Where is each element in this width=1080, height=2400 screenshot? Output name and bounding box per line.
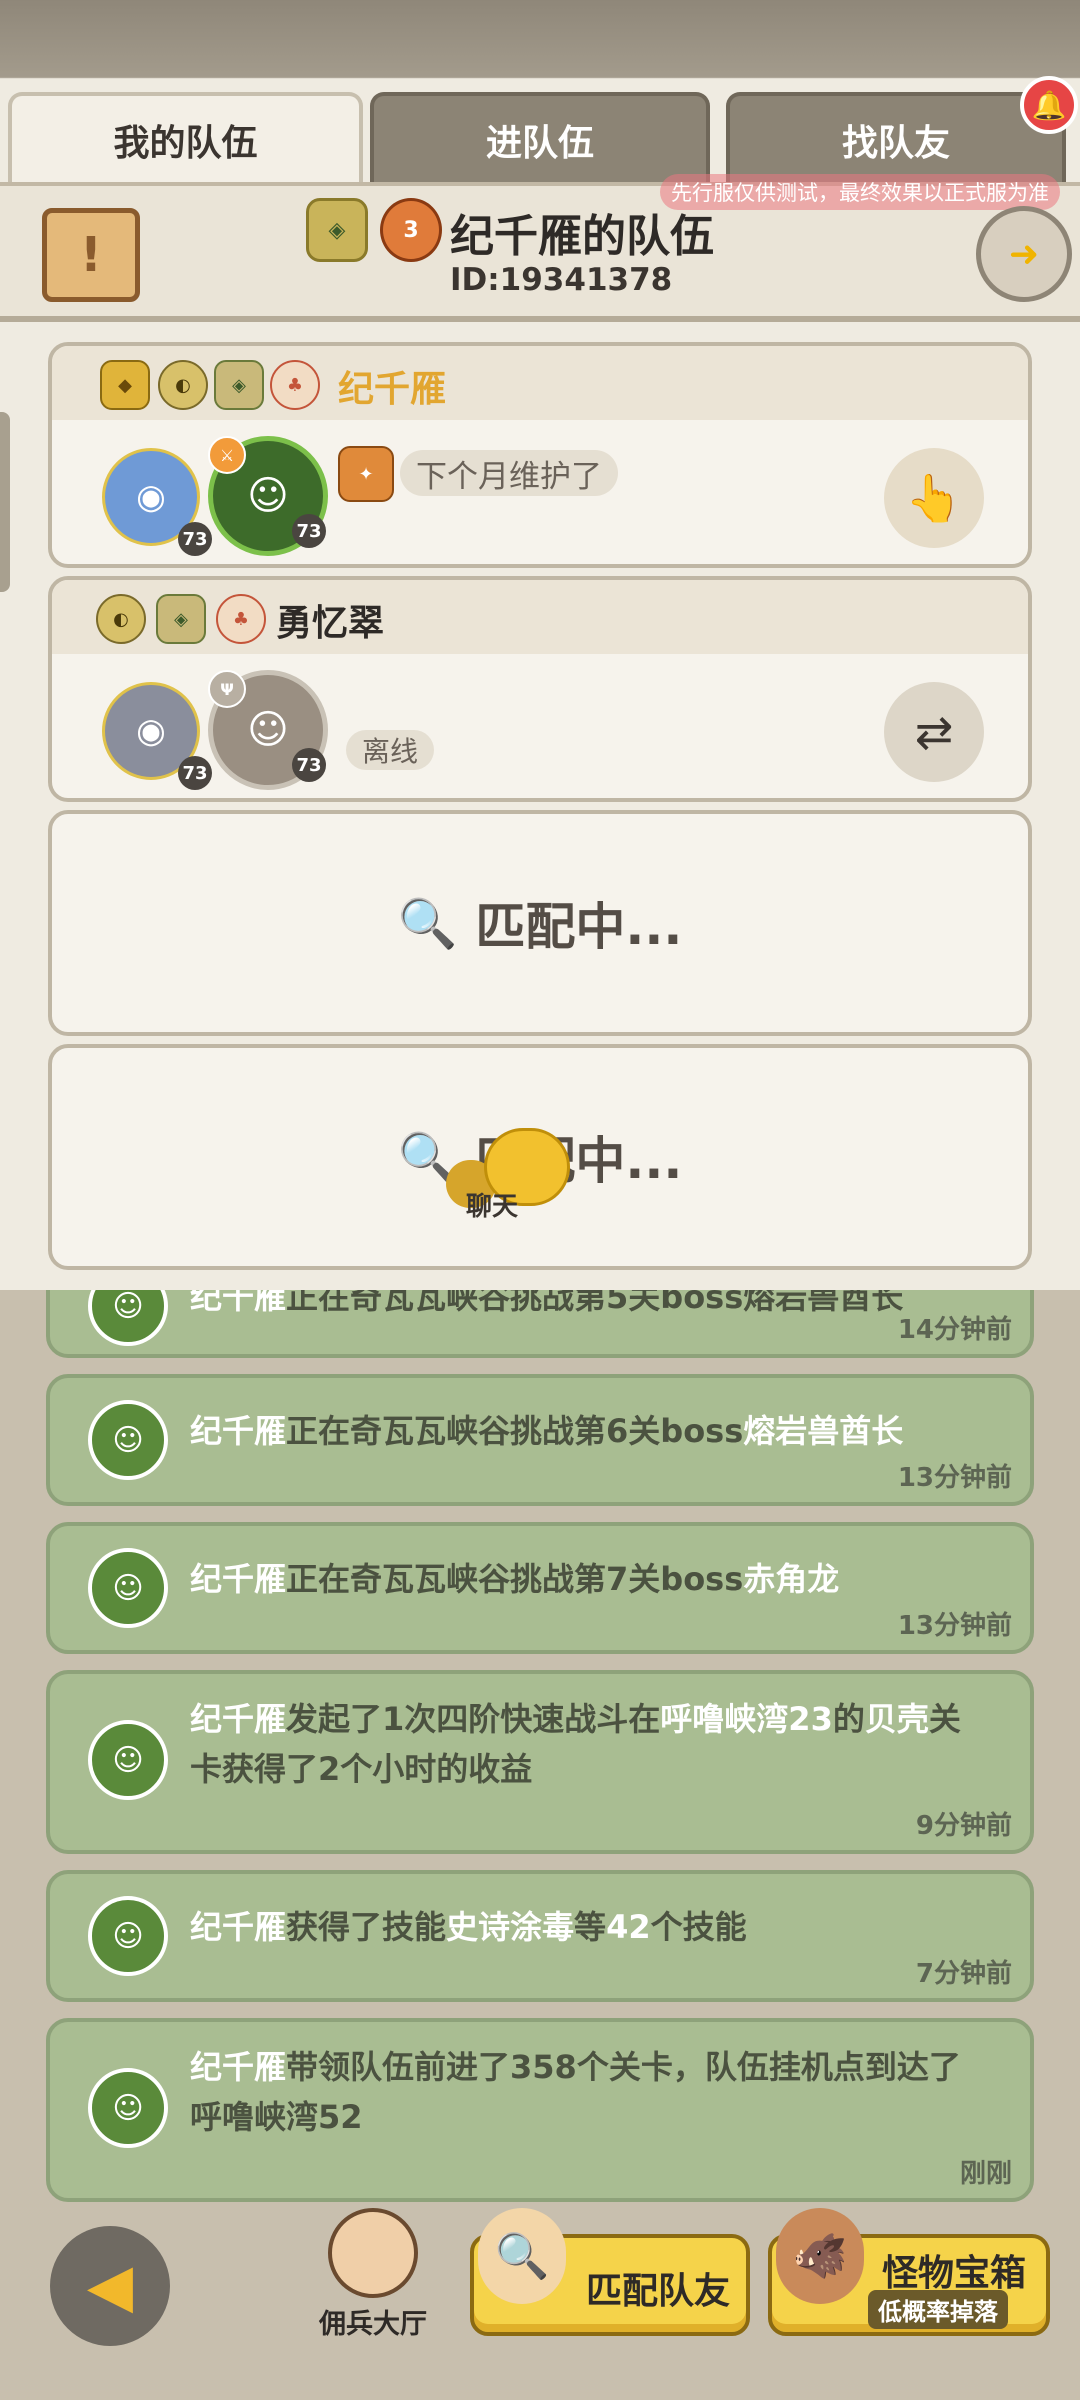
log-text-segment: 发起了1次四阶快速战斗在 [286,1700,661,1738]
log-text-segment: 呼噜峡湾23 [660,1700,833,1738]
mushroom-badge-icon: ♣ [216,594,266,644]
log-entry: ☺ 纪千雁正在奇瓦瓦峡谷挑战第6关boss熔岩兽酋长 13分钟前 [46,1374,1034,1506]
log-entry: ☺ 纪千雁正在奇瓦瓦峡谷挑战第7关boss赤角龙 13分钟前 [46,1522,1034,1654]
log-entry: ☺ 纪千雁发起了1次四阶快速战斗在呼噜峡湾23的贝壳关卡获得了2个小时的收益 9分钟… [46,1670,1034,1854]
mercenary-hall-label: 佣兵大厅 [319,2309,427,2340]
rank-badge-icon: ◐ [158,360,208,410]
tab-join-team[interactable]: 进队伍 [370,92,710,184]
team-id: ID:19341378 [450,262,673,298]
member-name: 纪千雁 [338,369,447,410]
log-timestamp: 13分钟前 [897,1611,1012,1641]
member-card: ◆ ◐ ◈ ♣ 纪千雁 ◉ 73 ☺ 73 ⚔ ✦ 下个月维护了 👆 [48,342,1032,568]
search-icon: 🔍 [397,895,458,952]
team-rank-badge-icon: ◈ [306,198,368,262]
test-server-notice: 先行服仅供测试，最终效果以正式服为准 [660,174,1060,210]
log-text-segment: 正在奇瓦瓦峡谷挑战第7关boss [286,1560,744,1598]
exit-team-icon[interactable]: ➜ [976,206,1072,302]
monster-chest-subtitle: 低概率掉落 [868,2290,1008,2329]
log-timestamp: 7分钟前 [915,1959,1012,1989]
log-text-segment: 贝壳 [864,1700,929,1738]
log-text-segment: 正在奇瓦瓦峡谷挑战第6关boss [286,1412,744,1450]
member-name: 勇忆翠 [276,603,385,644]
mushroom-badge-icon: ♣ [270,360,320,410]
log-text: 纪千雁带领队伍前进了358个关卡，队伍挂机点到达了呼噜峡湾52 [190,2042,970,2142]
notification-bell-icon[interactable]: 🔔 [1020,76,1078,134]
log-text-segment: 史诗涂毒 [446,1908,575,1946]
log-timestamp: 13分钟前 [897,1463,1012,1493]
chat-label: 聊天 [466,1192,519,1222]
matching-label: 匹配中... [475,898,683,956]
log-avatar: ☺ [88,1896,168,1976]
log-text: 纪千雁发起了1次四阶快速战斗在呼噜峡湾23的贝壳关卡获得了2个小时的收益 [190,1694,970,1794]
log-text: 纪千雁正在奇瓦瓦峡谷挑战第7关boss赤角龙 [190,1554,970,1604]
class-sword-icon: ⚔ [208,436,246,474]
log-text-segment: 赤角龙 [743,1560,840,1598]
log-text-segment: 纪千雁 [190,1412,287,1450]
team-notice-scroll-icon[interactable]: ! [42,208,140,302]
side-drawer-handle[interactable] [0,412,10,592]
tab-my-team-label: 我的队伍 [113,123,258,164]
log-text: 纪千雁获得了技能史诗涂毒等42个技能 [190,1902,970,1952]
pet-level: 73 [178,522,212,556]
log-timestamp: 14分钟前 [897,1315,1012,1345]
class-trident-icon: Ψ [208,670,246,708]
shield-badge-icon: ◆ [100,360,150,410]
log-text-segment: 带领队伍前进了358个关卡，队伍挂机点到达了呼噜峡湾52 [190,2048,961,2136]
log-text-segment: 42 [606,1908,651,1946]
match-teammates-button[interactable]: 🔍 匹配队友 [470,2208,750,2336]
chat-button[interactable]: 聊天 [446,1128,570,1222]
title-badge-icon: ✦ [338,446,394,502]
log-text-segment: 纪千雁 [190,1700,287,1738]
log-text-segment: 等 [574,1908,607,1946]
log-text-segment: 熔岩兽酋长 [743,1412,904,1450]
magnifier-icon: 🔍 [478,2208,566,2304]
rank-badge-icon: ◐ [96,594,146,644]
log-timestamp: 刚刚 [959,2159,1012,2189]
team-level-badge-icon: 3 [380,198,442,262]
tab-join-team-label: 进队伍 [485,123,594,164]
swap-position-icon[interactable]: ⇄ [884,682,984,782]
log-entry: ☺ 纪千雁获得了技能史诗涂毒等42个技能 7分钟前 [46,1870,1034,2002]
mercenary-hall-button[interactable]: 佣兵大厅 [308,2208,438,2340]
like-hand-icon[interactable]: 👆 [884,448,984,548]
log-text-segment: 纪千雁 [190,1560,287,1598]
monster-chest-button[interactable]: 🐗 怪物宝箱 低概率掉落 [768,2208,1050,2336]
mercenary-avatar-icon [328,2208,418,2298]
log-avatar: ☺ [88,1548,168,1628]
log-text-segment: 个技能 [650,1908,747,1946]
guild-badge-icon: ◈ [156,594,206,644]
pet-level: 73 [178,756,212,790]
boar-chest-icon: 🐗 [776,2208,864,2304]
match-teammates-label: 匹配队友 [586,2271,731,2312]
member-status: 离线 [346,730,435,770]
player-level: 73 [292,748,326,782]
team-title: 纪千雁的队伍 [450,211,714,262]
guild-badge-icon: ◈ [214,360,264,410]
matching-slot[interactable]: 🔍 匹配中... [48,810,1032,1036]
log-text-segment: 纪千雁 [190,1908,287,1946]
log-avatar: ☺ [88,2068,168,2148]
log-avatar: ☺ [88,1720,168,1800]
log-text-segment: 的 [832,1700,865,1738]
monster-chest-title: 怪物宝箱 [882,2253,1027,2294]
player-level: 73 [292,514,326,548]
log-text: 纪千雁正在奇瓦瓦峡谷挑战第6关boss熔岩兽酋长 [190,1406,970,1456]
back-arrow-icon[interactable]: ◀ [50,2226,170,2346]
tab-find-friends[interactable]: 找队友 [726,92,1066,184]
log-timestamp: 9分钟前 [915,1811,1012,1841]
log-entry: ☺ 纪千雁带领队伍前进了358个关卡，队伍挂机点到达了呼噜峡湾52 刚刚 [46,2018,1034,2202]
member-card: ◐ ◈ ♣ 勇忆翠 ◉ 73 ☺ 73 Ψ 离线 ⇄ [48,576,1032,802]
log-avatar: ☺ [88,1400,168,1480]
tab-find-friends-label: 找队友 [841,123,950,164]
member-status: 下个月维护了 [400,450,618,496]
log-text-segment: 纪千雁 [190,2048,287,2086]
tab-my-team[interactable]: 我的队伍 [8,92,363,184]
log-text-segment: 获得了技能 [286,1908,447,1946]
